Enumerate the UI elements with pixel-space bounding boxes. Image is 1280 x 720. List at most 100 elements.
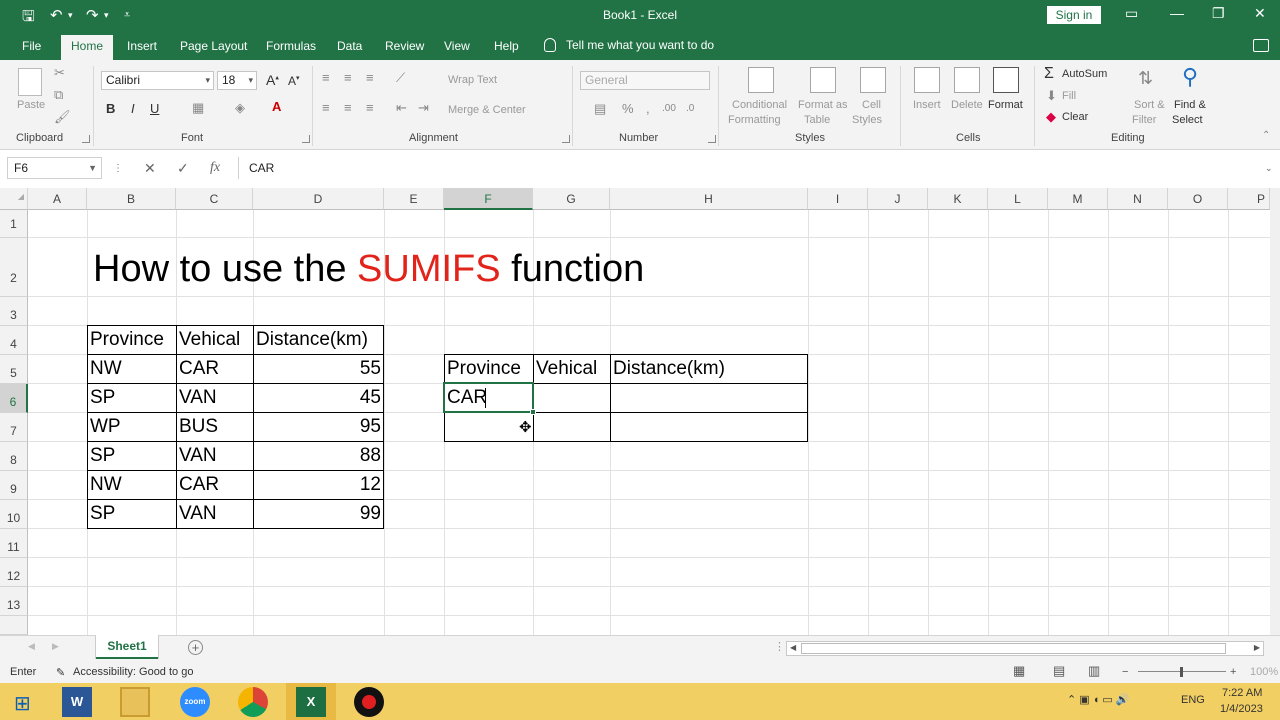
filter-label[interactable]: Filter bbox=[1132, 114, 1156, 126]
column-header-g[interactable]: G bbox=[533, 188, 610, 210]
delete-cells-label[interactable]: Delete bbox=[951, 99, 983, 111]
formatting-label[interactable]: Formatting bbox=[728, 114, 781, 126]
tab-page-layout[interactable]: Page Layout bbox=[180, 39, 247, 53]
worksheet-grid[interactable]: ◢ A B C D E F G H I J K L M N O P 1 2 3 … bbox=[0, 188, 1270, 635]
confirm-entry-button[interactable]: ✓ bbox=[177, 160, 189, 177]
formula-input[interactable]: CAR bbox=[238, 157, 1264, 179]
column-header-l[interactable]: L bbox=[988, 188, 1048, 210]
format-painter-icon[interactable]: 🖌 bbox=[54, 109, 71, 125]
row-header-6[interactable]: 6 bbox=[0, 384, 28, 413]
increase-font-icon[interactable]: A▴ bbox=[266, 72, 279, 88]
table1-cell[interactable]: WP bbox=[87, 416, 176, 438]
tab-formulas[interactable]: Formulas bbox=[266, 39, 316, 53]
scroll-thumb[interactable] bbox=[801, 643, 1226, 654]
fill-icon[interactable]: ⬇ bbox=[1046, 88, 1057, 104]
autosum-label[interactable]: AutoSum bbox=[1062, 68, 1107, 80]
comma-style-icon[interactable]: , bbox=[646, 101, 650, 116]
format-as-table-icon[interactable] bbox=[810, 67, 836, 93]
font-color-icon[interactable]: A bbox=[272, 99, 281, 114]
zoom-slider-thumb[interactable] bbox=[1180, 667, 1183, 677]
clear-icon[interactable]: ◆ bbox=[1046, 109, 1056, 125]
row-header-8[interactable]: 8 bbox=[0, 442, 28, 471]
table-label[interactable]: Table bbox=[804, 114, 830, 126]
tab-home[interactable]: Home bbox=[61, 35, 114, 60]
table1-cell[interactable]: CAR bbox=[176, 358, 253, 380]
decrease-font-icon[interactable]: A▾ bbox=[288, 74, 300, 88]
table1-cell[interactable]: 95 bbox=[253, 416, 384, 438]
table1-cell[interactable]: VAN bbox=[176, 387, 253, 409]
find-label[interactable]: Find & bbox=[1174, 99, 1206, 111]
page-break-view-icon[interactable]: ▥ bbox=[1088, 663, 1100, 679]
clock-time[interactable]: 7:22 AM bbox=[1222, 687, 1262, 699]
page-layout-view-icon[interactable]: ▤ bbox=[1053, 663, 1065, 679]
table1-cell[interactable]: VAN bbox=[176, 503, 253, 525]
comments-icon[interactable] bbox=[1253, 39, 1269, 52]
column-header-f[interactable]: F bbox=[444, 188, 533, 210]
table1-cell[interactable]: 99 bbox=[253, 503, 384, 525]
table2-header-distance[interactable]: Distance(km) bbox=[610, 358, 808, 380]
zoom-level[interactable]: 100% bbox=[1250, 666, 1278, 678]
zoom-out-icon[interactable]: − bbox=[1122, 666, 1128, 678]
merge-center-button[interactable]: Merge & Center bbox=[448, 104, 526, 116]
table2-header-province[interactable]: Province bbox=[444, 358, 533, 380]
borders-icon[interactable]: ▦ bbox=[192, 100, 204, 116]
table1-cell[interactable]: SP bbox=[87, 445, 176, 467]
row-header-7[interactable]: 7 bbox=[0, 413, 28, 442]
clock-date[interactable]: 1/4/2023 bbox=[1220, 703, 1263, 715]
sheet-title[interactable]: How to use the SUMIFS function bbox=[93, 248, 644, 291]
table1-header-vehical[interactable]: Vehical bbox=[176, 329, 253, 351]
insert-function-button[interactable]: fx bbox=[210, 160, 220, 176]
column-header-b[interactable]: B bbox=[87, 188, 176, 210]
cell-styles-icon[interactable] bbox=[860, 67, 886, 93]
insert-cells-icon[interactable] bbox=[914, 67, 940, 93]
format-cells-icon[interactable] bbox=[993, 67, 1019, 93]
sign-in-button[interactable]: Sign in bbox=[1047, 6, 1101, 24]
next-sheet-icon[interactable]: ▶ bbox=[52, 641, 59, 652]
column-header-p[interactable]: P bbox=[1228, 188, 1270, 210]
scroll-left-icon[interactable]: ◀ bbox=[790, 643, 796, 652]
accessibility-status[interactable]: Accessibility: Good to go bbox=[73, 666, 193, 678]
row-header-13[interactable]: 13 bbox=[0, 587, 28, 616]
table1-cell[interactable]: CAR bbox=[176, 474, 253, 496]
column-header-c[interactable]: C bbox=[176, 188, 253, 210]
cell-styles-label[interactable]: Styles bbox=[852, 114, 882, 126]
collapse-ribbon-icon[interactable]: ⌃ bbox=[1262, 130, 1270, 141]
delete-cells-icon[interactable] bbox=[954, 67, 980, 93]
table1-cell[interactable]: 88 bbox=[253, 445, 384, 467]
normal-view-icon[interactable]: ▦ bbox=[1013, 663, 1025, 679]
align-top-icon[interactable]: ≡ bbox=[322, 70, 330, 85]
clear-label[interactable]: Clear bbox=[1062, 111, 1088, 123]
add-sheet-icon[interactable]: + bbox=[188, 640, 203, 655]
file-explorer-icon[interactable] bbox=[120, 687, 150, 717]
paste-label[interactable]: Paste bbox=[17, 99, 45, 111]
table2-header-vehical[interactable]: Vehical bbox=[533, 358, 610, 380]
tab-help[interactable]: Help bbox=[494, 39, 519, 53]
zoom-app-icon[interactable]: zoom bbox=[180, 687, 210, 717]
align-center-icon[interactable]: ≡ bbox=[344, 100, 352, 115]
italic-button[interactable]: I bbox=[131, 101, 135, 116]
table1-header-province[interactable]: Province bbox=[87, 329, 176, 351]
table1-cell[interactable]: NW bbox=[87, 474, 176, 496]
bold-button[interactable]: B bbox=[106, 101, 115, 116]
column-header-n[interactable]: N bbox=[1108, 188, 1168, 210]
column-header-k[interactable]: K bbox=[928, 188, 988, 210]
table1-header-distance[interactable]: Distance(km) bbox=[253, 329, 384, 351]
align-middle-icon[interactable]: ≡ bbox=[344, 70, 352, 85]
insert-cells-label[interactable]: Insert bbox=[913, 99, 941, 111]
decrease-decimal-icon[interactable]: .0 bbox=[686, 103, 694, 114]
excel-taskbar-highlight[interactable]: X bbox=[286, 683, 336, 720]
prev-sheet-icon[interactable]: ◀ bbox=[28, 641, 35, 652]
sheet-tab-sheet1[interactable]: Sheet1 bbox=[96, 635, 158, 659]
cancel-entry-button[interactable]: ✕ bbox=[144, 160, 156, 177]
select-label[interactable]: Select bbox=[1172, 114, 1203, 126]
row-header-9[interactable]: 9 bbox=[0, 471, 28, 500]
format-cells-label[interactable]: Format bbox=[988, 99, 1023, 111]
language-indicator[interactable]: ENG bbox=[1181, 694, 1205, 706]
fill-handle[interactable] bbox=[530, 409, 536, 415]
table1-cell[interactable]: 12 bbox=[253, 474, 384, 496]
minimize-icon[interactable]: — bbox=[1170, 5, 1184, 21]
sort-filter-icon[interactable]: ⇅ bbox=[1138, 68, 1153, 89]
clipboard-launcher-icon[interactable] bbox=[82, 135, 90, 143]
align-right-icon[interactable]: ≡ bbox=[366, 100, 374, 115]
tab-file[interactable]: File bbox=[22, 39, 41, 53]
